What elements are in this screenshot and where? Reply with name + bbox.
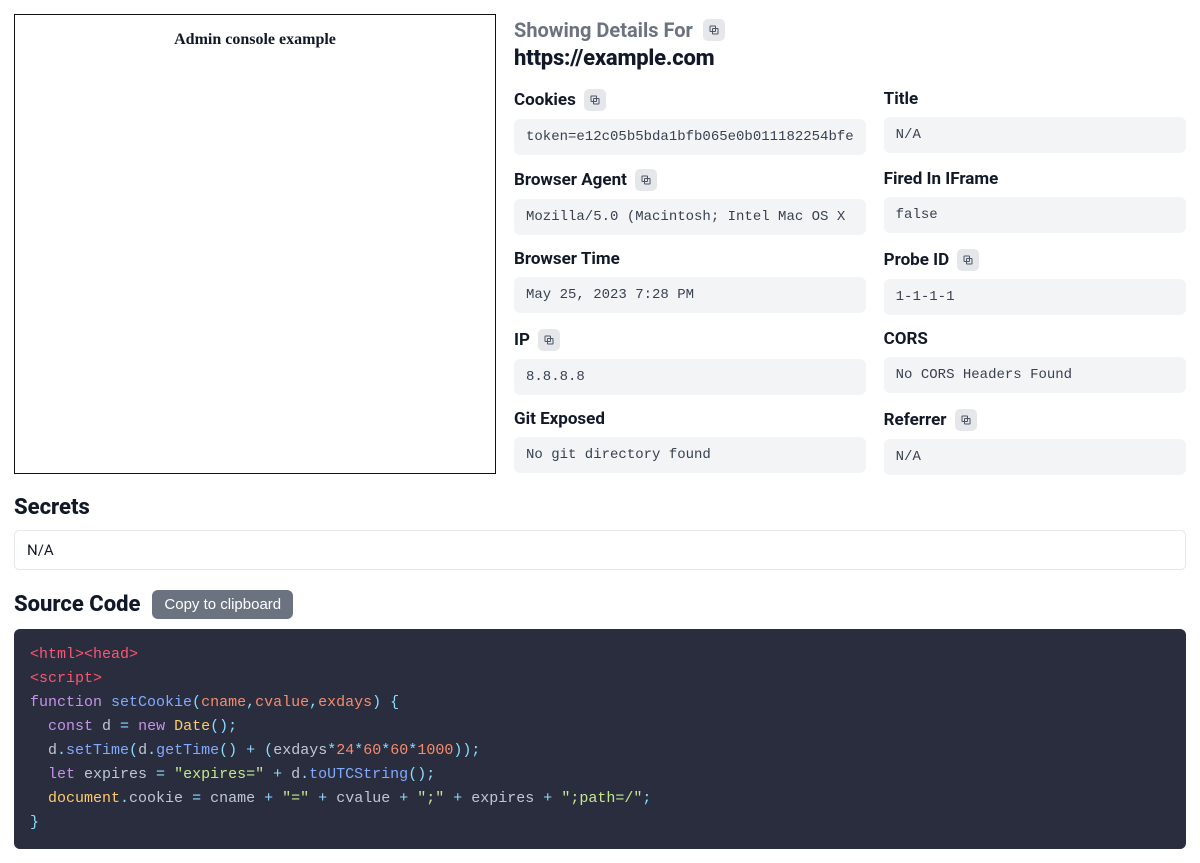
field-referrer: Referrer N/A	[884, 409, 1186, 475]
source-code-heading-row: Source Code Copy to clipboard	[14, 590, 1186, 619]
site-preview-frame: Admin console example	[14, 14, 496, 474]
secrets-heading: Secrets	[14, 495, 1186, 520]
field-probe-id: Probe ID 1-1-1-1	[884, 249, 1186, 315]
ip-label: IP	[514, 330, 530, 350]
cookies-value: token=e12c05b5bda1bfb065e0b011182254bfe	[514, 119, 866, 155]
secrets-value: N/A	[14, 530, 1186, 570]
copy-browser-agent-button[interactable]	[635, 169, 657, 191]
copy-icon	[962, 254, 974, 266]
copy-probe-id-button[interactable]	[957, 249, 979, 271]
field-browser-agent: Browser Agent Mozilla/5.0 (Macintosh; In…	[514, 169, 866, 235]
copy-cookies-button[interactable]	[584, 89, 606, 111]
cors-label: CORS	[884, 329, 928, 349]
title-label: Title	[884, 89, 918, 109]
cookies-label: Cookies	[514, 90, 576, 110]
copy-source-button[interactable]: Copy to clipboard	[152, 590, 293, 619]
copy-icon	[543, 334, 555, 346]
source-code-heading: Source Code	[14, 592, 140, 617]
browser-time-label: Browser Time	[514, 249, 620, 269]
copy-referrer-button[interactable]	[955, 409, 977, 431]
field-browser-time: Browser Time May 25, 2023 7:28 PM	[514, 249, 866, 315]
referrer-label: Referrer	[884, 410, 947, 430]
details-panel: Showing Details For https://example.com …	[514, 14, 1186, 475]
copy-url-button[interactable]	[703, 19, 725, 41]
copy-icon	[708, 24, 720, 36]
source-code-block: <html><head> <script> function setCookie…	[14, 629, 1186, 849]
referrer-value: N/A	[884, 439, 1186, 475]
copy-icon	[960, 414, 972, 426]
title-value: N/A	[884, 117, 1186, 153]
field-ip: IP 8.8.8.8	[514, 329, 866, 395]
target-url: https://example.com	[514, 46, 1186, 71]
preview-title: Admin console example	[23, 31, 487, 49]
showing-details-label: Showing Details For	[514, 18, 693, 42]
probe-id-label: Probe ID	[884, 250, 950, 270]
browser-agent-label: Browser Agent	[514, 170, 627, 190]
field-cors: CORS No CORS Headers Found	[884, 329, 1186, 395]
field-title: Title N/A	[884, 89, 1186, 155]
copy-icon	[589, 94, 601, 106]
git-exposed-label: Git Exposed	[514, 409, 605, 429]
field-cookies: Cookies token=e12c05b5bda1bfb065e0b01118…	[514, 89, 866, 155]
git-exposed-value: No git directory found	[514, 437, 866, 473]
cors-value: No CORS Headers Found	[884, 357, 1186, 393]
browser-time-value: May 25, 2023 7:28 PM	[514, 277, 866, 313]
field-fired-iframe: Fired In IFrame false	[884, 169, 1186, 235]
field-git-exposed: Git Exposed No git directory found	[514, 409, 866, 475]
copy-icon	[640, 174, 652, 186]
ip-value: 8.8.8.8	[514, 359, 866, 395]
fired-iframe-value: false	[884, 197, 1186, 233]
browser-agent-value: Mozilla/5.0 (Macintosh; Intel Mac OS X	[514, 199, 866, 235]
fired-iframe-label: Fired In IFrame	[884, 169, 999, 189]
copy-ip-button[interactable]	[538, 329, 560, 351]
probe-id-value: 1-1-1-1	[884, 279, 1186, 315]
